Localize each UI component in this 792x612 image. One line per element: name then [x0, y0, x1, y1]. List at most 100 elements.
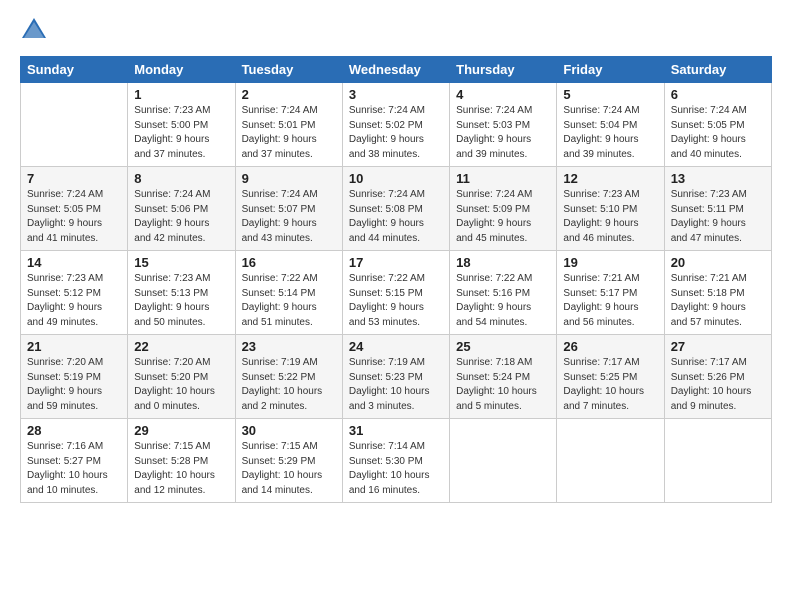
- day-info: Sunrise: 7:22 AM Sunset: 5:14 PM Dayligh…: [242, 272, 336, 330]
- day-info: Sunrise: 7:15 AM Sunset: 5:28 PM Dayligh…: [134, 440, 228, 498]
- day-number: 16: [242, 255, 336, 270]
- day-number: 17: [349, 255, 443, 270]
- calendar-table: SundayMondayTuesdayWednesdayThursdayFrid…: [20, 56, 772, 503]
- calendar-cell: 1 Sunrise: 7:23 AM Sunset: 5:00 PM Daylig…: [128, 83, 235, 167]
- day-info: Sunrise: 7:22 AM Sunset: 5:16 PM Dayligh…: [456, 272, 550, 330]
- calendar-cell: 4 Sunrise: 7:24 AM Sunset: 5:03 PM Daylig…: [450, 83, 557, 167]
- day-info: Sunrise: 7:24 AM Sunset: 5:02 PM Dayligh…: [349, 104, 443, 162]
- calendar-row-3: 14Sunrise: 7:23 AM Sunset: 5:12 PM Dayli…: [21, 251, 772, 335]
- calendar-cell: 25 Sunrise: 7:18 AM Sunset: 5:24 PM Dayli…: [450, 335, 557, 419]
- calendar-cell: 20Sunrise: 7:21 AM Sunset: 5:18 PM Dayli…: [664, 251, 771, 335]
- calendar-cell: [664, 419, 771, 503]
- day-info: Sunrise: 7:24 AM Sunset: 5:06 PM Dayligh…: [134, 188, 228, 246]
- calendar-cell: 27 Sunrise: 7:17 AM Sunset: 5:26 PM Dayli…: [664, 335, 771, 419]
- day-info: Sunrise: 7:21 AM Sunset: 5:17 PM Dayligh…: [563, 272, 657, 330]
- calendar-cell: 2Sunrise: 7:24 AM Sunset: 5:01 PM Daylig…: [235, 83, 342, 167]
- calendar-cell: 3 Sunrise: 7:24 AM Sunset: 5:02 PM Daylig…: [342, 83, 449, 167]
- calendar-cell: 11Sunrise: 7:24 AM Sunset: 5:09 PM Dayli…: [450, 167, 557, 251]
- day-number: 8: [134, 171, 228, 186]
- header: [20, 16, 772, 44]
- day-number: 1: [134, 87, 228, 102]
- calendar-cell: 28 Sunrise: 7:16 AM Sunset: 5:27 PM Dayli…: [21, 419, 128, 503]
- day-info: Sunrise: 7:24 AM Sunset: 5:09 PM Dayligh…: [456, 188, 550, 246]
- day-number: 20: [671, 255, 765, 270]
- day-number: 5: [563, 87, 657, 102]
- calendar-cell: 26 Sunrise: 7:17 AM Sunset: 5:25 PM Dayli…: [557, 335, 664, 419]
- calendar-cell: 8 Sunrise: 7:24 AM Sunset: 5:06 PM Daylig…: [128, 167, 235, 251]
- calendar-cell: 23Sunrise: 7:19 AM Sunset: 5:22 PM Dayli…: [235, 335, 342, 419]
- calendar-cell: 14Sunrise: 7:23 AM Sunset: 5:12 PM Dayli…: [21, 251, 128, 335]
- day-number: 19: [563, 255, 657, 270]
- day-number: 24: [349, 339, 443, 354]
- day-number: 12: [563, 171, 657, 186]
- day-info: Sunrise: 7:23 AM Sunset: 5:11 PM Dayligh…: [671, 188, 765, 246]
- day-info: Sunrise: 7:17 AM Sunset: 5:25 PM Dayligh…: [563, 356, 657, 414]
- calendar-cell: [21, 83, 128, 167]
- day-number: 14: [27, 255, 121, 270]
- day-number: 25: [456, 339, 550, 354]
- calendar-cell: 30Sunrise: 7:15 AM Sunset: 5:29 PM Dayli…: [235, 419, 342, 503]
- day-info: Sunrise: 7:22 AM Sunset: 5:15 PM Dayligh…: [349, 272, 443, 330]
- day-info: Sunrise: 7:17 AM Sunset: 5:26 PM Dayligh…: [671, 356, 765, 414]
- day-info: Sunrise: 7:24 AM Sunset: 5:08 PM Dayligh…: [349, 188, 443, 246]
- calendar-cell: 18 Sunrise: 7:22 AM Sunset: 5:16 PM Dayli…: [450, 251, 557, 335]
- col-header-wednesday: Wednesday: [342, 57, 449, 83]
- calendar-cell: 22 Sunrise: 7:20 AM Sunset: 5:20 PM Dayli…: [128, 335, 235, 419]
- day-number: 29: [134, 423, 228, 438]
- day-number: 27: [671, 339, 765, 354]
- col-header-tuesday: Tuesday: [235, 57, 342, 83]
- calendar-cell: 6Sunrise: 7:24 AM Sunset: 5:05 PM Daylig…: [664, 83, 771, 167]
- calendar-cell: 5 Sunrise: 7:24 AM Sunset: 5:04 PM Daylig…: [557, 83, 664, 167]
- day-number: 26: [563, 339, 657, 354]
- day-info: Sunrise: 7:19 AM Sunset: 5:23 PM Dayligh…: [349, 356, 443, 414]
- calendar-cell: 29 Sunrise: 7:15 AM Sunset: 5:28 PM Dayli…: [128, 419, 235, 503]
- day-info: Sunrise: 7:14 AM Sunset: 5:30 PM Dayligh…: [349, 440, 443, 498]
- calendar-cell: 17 Sunrise: 7:22 AM Sunset: 5:15 PM Dayli…: [342, 251, 449, 335]
- day-info: Sunrise: 7:20 AM Sunset: 5:20 PM Dayligh…: [134, 356, 228, 414]
- calendar-cell: [557, 419, 664, 503]
- day-info: Sunrise: 7:15 AM Sunset: 5:29 PM Dayligh…: [242, 440, 336, 498]
- day-info: Sunrise: 7:24 AM Sunset: 5:05 PM Dayligh…: [27, 188, 121, 246]
- day-info: Sunrise: 7:24 AM Sunset: 5:04 PM Dayligh…: [563, 104, 657, 162]
- day-info: Sunrise: 7:23 AM Sunset: 5:13 PM Dayligh…: [134, 272, 228, 330]
- calendar-cell: 21 Sunrise: 7:20 AM Sunset: 5:19 PM Dayli…: [21, 335, 128, 419]
- day-number: 18: [456, 255, 550, 270]
- calendar-cell: 16 Sunrise: 7:22 AM Sunset: 5:14 PM Dayli…: [235, 251, 342, 335]
- day-info: Sunrise: 7:24 AM Sunset: 5:07 PM Dayligh…: [242, 188, 336, 246]
- day-number: 31: [349, 423, 443, 438]
- day-number: 3: [349, 87, 443, 102]
- day-number: 21: [27, 339, 121, 354]
- calendar-cell: 13 Sunrise: 7:23 AM Sunset: 5:11 PM Dayli…: [664, 167, 771, 251]
- calendar-cell: 15 Sunrise: 7:23 AM Sunset: 5:13 PM Dayli…: [128, 251, 235, 335]
- calendar-cell: 12 Sunrise: 7:23 AM Sunset: 5:10 PM Dayli…: [557, 167, 664, 251]
- day-number: 15: [134, 255, 228, 270]
- calendar-cell: 9Sunrise: 7:24 AM Sunset: 5:07 PM Daylig…: [235, 167, 342, 251]
- calendar-row-4: 21 Sunrise: 7:20 AM Sunset: 5:19 PM Dayli…: [21, 335, 772, 419]
- day-number: 28: [27, 423, 121, 438]
- day-info: Sunrise: 7:24 AM Sunset: 5:03 PM Dayligh…: [456, 104, 550, 162]
- day-info: Sunrise: 7:20 AM Sunset: 5:19 PM Dayligh…: [27, 356, 121, 414]
- day-number: 6: [671, 87, 765, 102]
- calendar-cell: 10 Sunrise: 7:24 AM Sunset: 5:08 PM Dayli…: [342, 167, 449, 251]
- calendar-row-5: 28 Sunrise: 7:16 AM Sunset: 5:27 PM Dayli…: [21, 419, 772, 503]
- calendar-cell: 24 Sunrise: 7:19 AM Sunset: 5:23 PM Dayli…: [342, 335, 449, 419]
- logo: [20, 16, 52, 44]
- col-header-saturday: Saturday: [664, 57, 771, 83]
- col-header-friday: Friday: [557, 57, 664, 83]
- day-number: 13: [671, 171, 765, 186]
- day-number: 7: [27, 171, 121, 186]
- day-number: 4: [456, 87, 550, 102]
- col-header-monday: Monday: [128, 57, 235, 83]
- col-header-sunday: Sunday: [21, 57, 128, 83]
- day-info: Sunrise: 7:23 AM Sunset: 5:00 PM Dayligh…: [134, 104, 228, 162]
- day-info: Sunrise: 7:16 AM Sunset: 5:27 PM Dayligh…: [27, 440, 121, 498]
- day-number: 22: [134, 339, 228, 354]
- day-info: Sunrise: 7:18 AM Sunset: 5:24 PM Dayligh…: [456, 356, 550, 414]
- calendar-cell: 31 Sunrise: 7:14 AM Sunset: 5:30 PM Dayli…: [342, 419, 449, 503]
- day-info: Sunrise: 7:24 AM Sunset: 5:01 PM Dayligh…: [242, 104, 336, 162]
- day-info: Sunrise: 7:19 AM Sunset: 5:22 PM Dayligh…: [242, 356, 336, 414]
- col-header-thursday: Thursday: [450, 57, 557, 83]
- day-number: 10: [349, 171, 443, 186]
- page: SundayMondayTuesdayWednesdayThursdayFrid…: [0, 0, 792, 612]
- day-info: Sunrise: 7:23 AM Sunset: 5:10 PM Dayligh…: [563, 188, 657, 246]
